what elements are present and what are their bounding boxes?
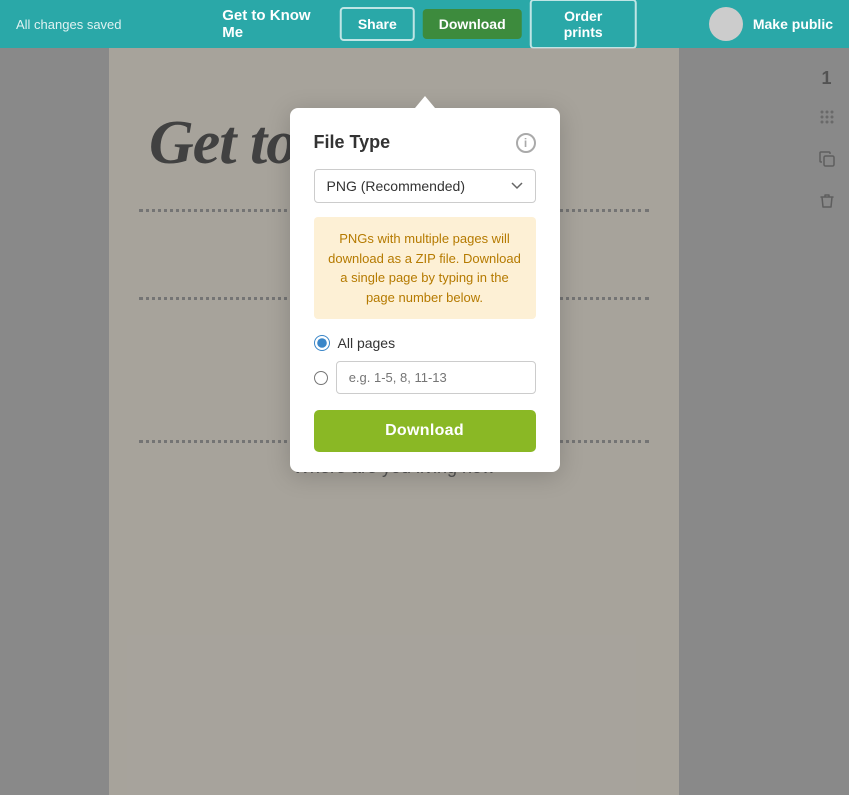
info-icon[interactable]: i bbox=[516, 133, 536, 153]
popup-box: File Type i PNG (Recommended) PDF JPG PN… bbox=[290, 108, 560, 472]
radio-all-pages[interactable] bbox=[314, 335, 330, 351]
share-button[interactable]: Share bbox=[340, 7, 415, 41]
nav-center-actions: Get to Know Me Share Download Order prin… bbox=[212, 0, 637, 49]
make-public-button[interactable]: Make public bbox=[753, 16, 833, 32]
file-type-select[interactable]: PNG (Recommended) PDF JPG bbox=[314, 169, 536, 203]
top-navigation: All changes saved Get to Know Me Share D… bbox=[0, 0, 849, 48]
order-prints-button[interactable]: Order prints bbox=[530, 0, 637, 49]
avatar[interactable] bbox=[709, 7, 743, 41]
saved-status: All changes saved bbox=[16, 17, 122, 32]
project-title-link[interactable]: Get to Know Me bbox=[212, 1, 332, 47]
nav-right-area: Make public bbox=[709, 7, 833, 41]
popup-title: File Type bbox=[314, 132, 391, 153]
download-button[interactable]: Download bbox=[423, 9, 522, 39]
popup-header: File Type i bbox=[314, 132, 536, 153]
main-area: Get to Where were you born Where are you… bbox=[0, 48, 849, 795]
download-main-button[interactable]: Download bbox=[314, 410, 536, 452]
radio-custom-pages[interactable] bbox=[314, 370, 328, 386]
page-number-input[interactable] bbox=[336, 361, 536, 394]
notice-box: PNGs with multiple pages will download a… bbox=[314, 217, 536, 319]
radio-all-pages-row: All pages bbox=[314, 335, 536, 351]
radio-group: All pages bbox=[314, 335, 536, 394]
radio-custom-pages-row bbox=[314, 361, 536, 394]
download-popup: File Type i PNG (Recommended) PDF JPG PN… bbox=[290, 96, 560, 472]
radio-all-pages-label[interactable]: All pages bbox=[338, 335, 396, 351]
popup-arrow bbox=[415, 96, 435, 108]
